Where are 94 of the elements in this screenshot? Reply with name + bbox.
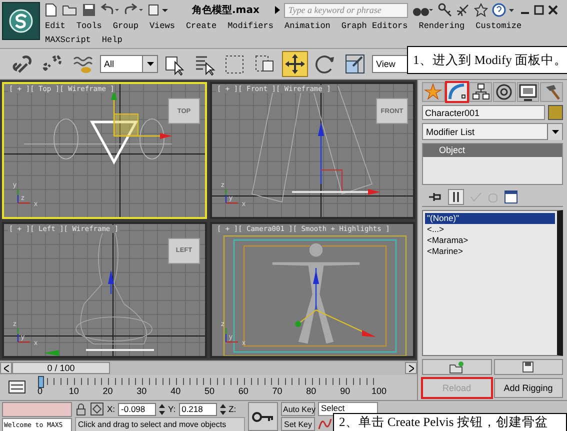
frame-number: 80 xyxy=(306,386,316,396)
caret-icon xyxy=(552,130,558,134)
panel-button[interactable]: Add Rigging xyxy=(494,378,563,398)
configure-icon[interactable] xyxy=(504,190,518,204)
absolute-mode-icon[interactable] xyxy=(90,402,104,416)
auto-key-button[interactable]: Auto Key xyxy=(281,402,315,416)
dropdown[interactable]: All xyxy=(100,55,158,73)
caret-right-icon[interactable] xyxy=(275,6,280,14)
save-icon[interactable] xyxy=(82,3,96,17)
curve-arc-icon xyxy=(447,82,467,102)
stack-item[interactable]: Object xyxy=(423,144,562,157)
star-burst-icon xyxy=(423,82,444,102)
caret-right-icon xyxy=(408,364,414,372)
frame-number: 70 xyxy=(272,386,282,396)
menu-item[interactable]: Tools xyxy=(75,20,103,33)
key-icon[interactable] xyxy=(438,3,452,17)
list-item[interactable]: <Marama> xyxy=(425,235,555,246)
x-label: X: xyxy=(107,404,116,414)
frame-number: 90 xyxy=(340,386,350,396)
frame-number: 50 xyxy=(204,386,214,396)
previous-frame-button[interactable] xyxy=(0,362,12,374)
project-folder-icon[interactable] xyxy=(148,3,170,17)
frame-number: 10 xyxy=(68,386,79,396)
menu-item[interactable]: Customize xyxy=(474,20,523,33)
spinner-icon[interactable] xyxy=(159,402,166,416)
circle-target-icon xyxy=(494,82,514,102)
caret-icon xyxy=(146,62,154,66)
maximize-icon[interactable] xyxy=(534,3,544,17)
modifier-list-dropdown[interactable]: Modifier List xyxy=(422,123,563,140)
lock-icon[interactable] xyxy=(75,402,87,416)
save-icon xyxy=(522,361,534,373)
move-arrows-icon xyxy=(283,52,307,76)
menu-item[interactable]: Group xyxy=(112,20,140,33)
spinner-icon[interactable] xyxy=(220,402,226,416)
scale-icon xyxy=(343,52,367,76)
app-logo-icon[interactable] xyxy=(2,2,40,40)
open-folder-icon[interactable] xyxy=(62,3,78,17)
list-item[interactable]: <...> xyxy=(425,224,555,235)
toolbar-button[interactable] xyxy=(282,51,308,77)
save-button[interactable] xyxy=(494,359,563,375)
redo-icon[interactable] xyxy=(124,3,144,17)
panel-tab[interactable] xyxy=(493,82,516,102)
open-button[interactable] xyxy=(422,359,492,375)
menu-item[interactable]: Animation xyxy=(283,20,332,33)
frame-number: 100 xyxy=(371,386,387,396)
help-icon[interactable] xyxy=(492,3,516,17)
x-field[interactable]: -0.098 xyxy=(118,402,156,416)
panel-tab[interactable] xyxy=(446,82,468,102)
undo-icon[interactable] xyxy=(100,3,120,17)
menu-item[interactable]: Help xyxy=(100,34,124,47)
pin-icon[interactable] xyxy=(428,191,442,203)
menu-item[interactable]: Create xyxy=(184,20,218,33)
window-title: 角色模型.max xyxy=(192,4,260,17)
frame-number: 20 xyxy=(102,386,113,396)
time-slider[interactable]: 0 / 100 xyxy=(12,362,110,374)
caret-left-icon xyxy=(4,364,8,372)
menu-item[interactable]: Graph Editors xyxy=(340,20,409,33)
check-icon[interactable] xyxy=(470,191,482,203)
panel-tab[interactable] xyxy=(516,82,540,102)
search-field[interactable]: Type a keyword or phrase xyxy=(284,2,408,18)
panel-tab[interactable] xyxy=(469,82,492,102)
set-key-button[interactable]: Set Key xyxy=(281,417,315,431)
key-icon xyxy=(252,410,274,422)
menu-item[interactable]: Rendering xyxy=(418,20,466,33)
next-frame-button[interactable] xyxy=(405,362,417,374)
frame-number: 30 xyxy=(136,386,147,396)
spiral-logo-icon xyxy=(8,8,34,34)
close-icon[interactable] xyxy=(548,3,558,17)
list-item[interactable]: <Marine> xyxy=(425,246,555,257)
list-item[interactable]: "(None)" xyxy=(425,213,555,224)
current-frame-marker[interactable] xyxy=(38,376,44,388)
curve-editor-icon[interactable] xyxy=(8,379,26,395)
menu-item[interactable]: Modifiers xyxy=(226,20,274,33)
frame-number: 40 xyxy=(170,386,181,396)
star-icon[interactable] xyxy=(474,3,488,17)
instruction-tooltip: 2、单击 Create Pelvis 按钮，创建骨盆 xyxy=(333,413,567,431)
new-file-icon[interactable] xyxy=(44,3,58,17)
object-name-field[interactable]: Character001 xyxy=(422,105,545,120)
frame-number: 60 xyxy=(238,386,248,396)
menu-item[interactable]: MAXScript xyxy=(44,34,92,47)
show-end-result-icon[interactable] xyxy=(448,189,464,205)
frame-number: 0 xyxy=(38,386,42,396)
instruction-tooltip: 1、进入到 Modify 面板中。 xyxy=(407,46,567,74)
listener-field[interactable] xyxy=(2,402,72,417)
menu-item[interactable]: Edit xyxy=(44,20,66,33)
color-swatch[interactable] xyxy=(548,105,563,120)
hierarchy-icon xyxy=(470,82,491,102)
z-label: Z: xyxy=(228,404,236,414)
open-folder-icon xyxy=(448,360,465,374)
curve-icon[interactable] xyxy=(318,417,332,431)
y-field[interactable]: 0.218 xyxy=(178,402,217,416)
set-key-mode-button[interactable] xyxy=(248,402,278,431)
y-label: Y: xyxy=(168,404,176,414)
menu-item[interactable]: Views xyxy=(148,20,176,33)
